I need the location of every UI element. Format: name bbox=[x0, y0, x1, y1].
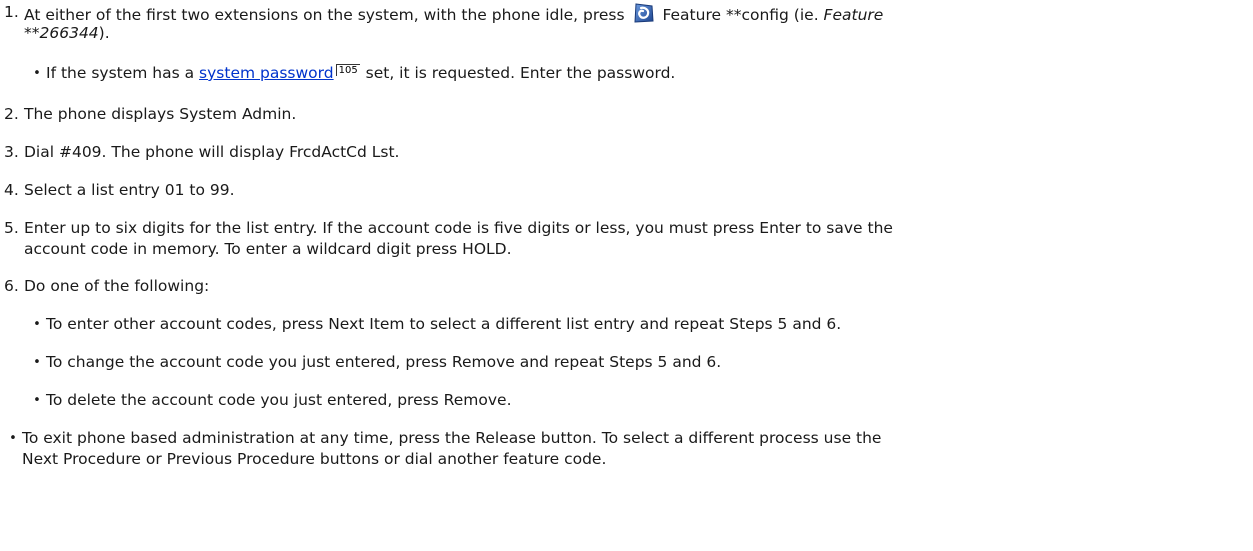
bullet-text-b: set, it is requested. Enter the password… bbox=[360, 64, 676, 82]
bullet-text-a: If the system has a bbox=[46, 64, 200, 82]
bullet-text: To exit phone based administration at an… bbox=[22, 429, 882, 447]
bullet-text: To delete the account code you just ente… bbox=[46, 391, 512, 409]
final-bullet-continued: Next Procedure or Previous Procedure but… bbox=[4, 449, 606, 470]
bullet-text: To change the account code you just ente… bbox=[46, 353, 722, 371]
span: **266344). bbox=[24, 23, 1247, 44]
step-text: Select a list entry 01 to 99. bbox=[24, 181, 235, 199]
step-number: 4. bbox=[4, 181, 19, 199]
step-1-italic-b: **266344 bbox=[24, 24, 99, 42]
final-bullet: • To exit phone based administration at … bbox=[4, 428, 881, 449]
step-1-text-b: Feature **config (ie. bbox=[657, 6, 824, 24]
step-text: Do one of the following: bbox=[24, 277, 210, 295]
step-text: account code in memory. To enter a wildc… bbox=[24, 240, 512, 258]
step-1-tail: ). bbox=[98, 24, 110, 42]
step-text: The phone displays System Admin. bbox=[24, 105, 297, 123]
step-6-bullet: • To delete the account code you just en… bbox=[28, 390, 512, 411]
step-1-continued: **266344). bbox=[4, 23, 1247, 44]
step-text: Enter up to six digits for the list entr… bbox=[24, 219, 893, 237]
step-1-italic-a: Feature bbox=[823, 6, 884, 24]
span bbox=[4, 449, 22, 470]
step-1-bullet: • If the system has a system password 105… bbox=[28, 63, 675, 84]
span bbox=[4, 23, 24, 44]
step-1-text-a: At either of the first two extensions on… bbox=[24, 6, 630, 24]
step-number: 6. bbox=[4, 277, 19, 295]
span bbox=[4, 239, 24, 260]
step-6: 6. Do one of the following: bbox=[4, 276, 1247, 297]
step-4: 4. Select a list entry 01 to 99. bbox=[4, 180, 1247, 201]
step-3: 3. Dial #409. The phone will display Frc… bbox=[4, 142, 1247, 163]
step-5: 5. Enter up to six digits for the list e… bbox=[4, 218, 1247, 239]
span: If the system has a system password 105 s… bbox=[46, 63, 675, 84]
bullet-glyph: • bbox=[33, 393, 41, 408]
step-6-bullet: • To enter other account codes, press Ne… bbox=[28, 314, 841, 335]
procedure-page: 1. At either of the first two extensions… bbox=[0, 0, 1253, 551]
feature-button-icon bbox=[632, 2, 656, 24]
bullet-glyph: • bbox=[33, 317, 41, 332]
bullet-glyph: • bbox=[9, 431, 17, 446]
step-number: 5. bbox=[4, 219, 19, 237]
bullet-glyph: • bbox=[33, 355, 41, 370]
step-number: 2. bbox=[4, 105, 19, 123]
bullet-text: Next Procedure or Previous Procedure but… bbox=[22, 450, 607, 468]
step-number: 3. bbox=[4, 143, 19, 161]
page-reference-105[interactable]: 105 bbox=[335, 64, 360, 76]
step-5-continued: account code in memory. To enter a wildc… bbox=[4, 239, 1247, 260]
step-text: Dial #409. The phone will display FrcdAc… bbox=[24, 143, 400, 161]
bullet-glyph: • bbox=[33, 66, 41, 81]
system-password-link[interactable]: system password bbox=[199, 64, 334, 82]
bullet-text: To enter other account codes, press Next… bbox=[46, 315, 842, 333]
step-2: 2. The phone displays System Admin. bbox=[4, 104, 1247, 125]
step-6-bullet: • To change the account code you just en… bbox=[28, 352, 721, 373]
